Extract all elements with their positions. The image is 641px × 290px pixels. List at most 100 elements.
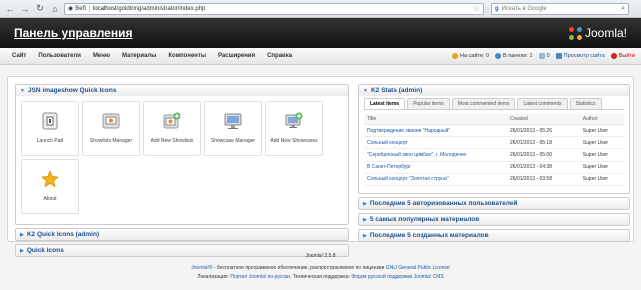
page-title[interactable]: Панель управления [14, 26, 132, 40]
home-icon[interactable]: ⌂ [49, 3, 61, 15]
site-identity-chip[interactable]: ◉ Веб [68, 5, 90, 12]
menu-help[interactable]: Справка [261, 53, 298, 59]
popular-items-title: 5 самых популярных материалов [369, 216, 480, 223]
latest-users-panel: ▶ Последние 5 авторизованных пользовател… [358, 197, 630, 210]
column-header-author[interactable]: Author [579, 114, 624, 125]
imageshow-quick-icons: Launch Pad Showlists Manager Add New Sho… [16, 96, 348, 224]
quick-icon-label: Showlists Manager [89, 138, 133, 144]
bookmark-star-icon[interactable]: ☆ [473, 4, 480, 13]
quick-icon-showcase-manager[interactable]: Showcase Manager [204, 101, 262, 156]
footer-license-line: Joomla!® - бесплатное программное обеспе… [0, 264, 641, 273]
support-label: . Техническая поддержка: [289, 274, 352, 280]
imageshow-panel-header[interactable]: ▼ JSN imageshow Quick Icons [16, 85, 348, 96]
expand-triangle-icon: ▶ [20, 231, 24, 238]
item-author: Super User [579, 173, 624, 186]
url-text: localhost/goldtring/administrator/index.… [93, 6, 205, 12]
k2-quick-icons-panel: ▶ K2 Quick Icons (admin) [15, 228, 349, 241]
quick-icon-launch-pad[interactable]: Launch Pad [21, 101, 79, 156]
menu-components[interactable]: Компоненты [162, 53, 212, 59]
latest-created-panel: ▶ Последние 5 созданных материалов [358, 229, 630, 242]
latest-created-header[interactable]: ▶ Последние 5 созданных материалов [359, 230, 629, 241]
tab-latest-comments[interactable]: Latest comments [517, 98, 568, 109]
google-icon: g [495, 5, 499, 12]
search-placeholder: Искать в Google [501, 5, 547, 12]
table-row: Сольный концерт 26/01/2013 - 05:18 Super… [364, 136, 624, 150]
joomla-logo-text: Joomla! [584, 26, 627, 40]
page-footer: Joomla! 2.5.8 Joomla!® - бесплатное прог… [0, 252, 641, 282]
support-forum-link[interactable]: Форум русской поддержки Joomla! CMS [351, 274, 443, 280]
item-title-link[interactable]: Сольный концерт [364, 136, 507, 150]
logout-icon [610, 53, 617, 59]
k2-quick-icons-header[interactable]: ▶ K2 Quick Icons (admin) [16, 229, 348, 240]
collapse-triangle-icon: ▼ [20, 87, 25, 94]
quick-icon-add-new-showcases[interactable]: Add New Showcases [265, 101, 323, 156]
menu-users[interactable]: Пользователи [32, 53, 87, 59]
forward-arrow-icon[interactable]: → [19, 3, 31, 15]
admin-menu: Сайт Пользователи Меню Материалы Компоне… [0, 48, 641, 65]
item-title-link[interactable]: Сольный концерт "Золотая струна" [364, 173, 507, 186]
gnu-gpl-link[interactable]: GNU General Public License [386, 265, 450, 271]
table-row: "Серебрянный звон цимбал", г. Молодечно … [364, 148, 624, 162]
messages-count-label: 0 [546, 53, 550, 59]
address-bar[interactable]: ◉ Веб localhost/goldtring/administrator/… [64, 2, 484, 15]
footer-support-line: Локализация: Портал Joomla! по-русски. Т… [0, 273, 641, 282]
k2-stats-header[interactable]: ▼ K2 Stats (admin) [359, 85, 629, 96]
menu-menus[interactable]: Меню [87, 53, 116, 59]
users-in-panel: В панели: 1 [495, 53, 533, 59]
cpanel-main: ▼ JSN imageshow Quick Icons Launch Pad S… [7, 76, 634, 257]
url-host: localhost [92, 5, 117, 12]
tab-latest-items[interactable]: Latest items [364, 98, 406, 109]
table-row: Подтверждение звания "Народный" 26/01/20… [364, 124, 624, 138]
mail-icon [538, 53, 545, 59]
users-icon [451, 53, 458, 59]
reload-icon[interactable]: ↻ [34, 3, 46, 15]
showcase-manager-icon [224, 112, 242, 130]
admin-users-icon [495, 53, 502, 59]
add-showlist-icon [163, 112, 181, 130]
joomla-logo-icon [568, 26, 582, 40]
expand-triangle-icon: ▶ [363, 200, 367, 207]
quick-icon-add-new-showlists[interactable]: Add New Showlists [143, 101, 201, 156]
expand-triangle-icon: ▶ [363, 232, 367, 239]
right-column: ▼ K2 Stats (admin) Latest items Popular … [358, 84, 630, 245]
logout-label: Выйти [618, 53, 635, 59]
column-header-title[interactable]: Title [364, 114, 507, 125]
item-created: 26/01/2013 - 05:00 [507, 148, 580, 162]
imageshow-panel: ▼ JSN imageshow Quick Icons Launch Pad S… [15, 84, 349, 225]
search-box[interactable]: g Искать в Google ⌕ [491, 2, 629, 15]
search-icon[interactable]: ⌕ [621, 5, 625, 13]
quick-icon-about[interactable]: About [21, 159, 79, 214]
status-bar: На сайте: 0 В панели: 1 0 Просмотр сайта… [451, 53, 635, 59]
popular-items-header[interactable]: ▶ 5 самых популярных материалов [359, 214, 629, 225]
tab-popular-items[interactable]: Popular items [407, 98, 450, 109]
imageshow-panel-title: JSN imageshow Quick Icons [27, 87, 117, 94]
latest-created-title: Последние 5 созданных материалов [369, 232, 489, 239]
latest-users-title: Последние 5 авторизованных пользователей [369, 200, 518, 207]
item-title-link[interactable]: В Санкт-Петербург [364, 161, 507, 174]
tab-statistics[interactable]: Statistics [569, 98, 602, 109]
item-title-link[interactable]: Подтверждение звания "Народный" [364, 124, 507, 138]
item-title-link[interactable]: "Серебрянный звон цимбал", г. Молодечно [364, 148, 507, 162]
menu-site[interactable]: Сайт [6, 53, 32, 59]
item-author: Super User [579, 161, 624, 174]
latest-users-header[interactable]: ▶ Последние 5 авторизованных пользовател… [359, 198, 629, 209]
joomla-russian-portal-link[interactable]: Портал Joomla! по-русски [230, 274, 290, 280]
expand-triangle-icon: ▶ [363, 216, 367, 223]
back-arrow-icon[interactable]: ← [4, 3, 16, 15]
preview-site-link[interactable]: Просмотр сайта [555, 53, 605, 59]
logout-link[interactable]: Выйти [610, 53, 635, 59]
quick-icon-label: Add New Showlists [150, 138, 194, 144]
tab-most-commented-items[interactable]: Most commented items [451, 98, 516, 109]
left-column: ▼ JSN imageshow Quick Icons Launch Pad S… [15, 84, 349, 260]
item-author: Super User [579, 136, 624, 150]
item-created: 26/01/2013 - 05:26 [507, 124, 580, 138]
joomla-link[interactable]: Joomla!® [191, 265, 212, 271]
quick-icon-showlists-manager[interactable]: Showlists Manager [82, 101, 140, 156]
menu-extensions[interactable]: Расширения [212, 53, 261, 59]
joomla-version: Joomla! 2.5.8 [305, 253, 336, 259]
column-header-created[interactable]: Created [507, 114, 580, 125]
messages-count[interactable]: 0 [538, 53, 550, 59]
k2-stats-panel: ▼ K2 Stats (admin) Latest items Popular … [358, 84, 630, 194]
table-row: В Санкт-Петербург 26/01/2013 - 04:38 Sup… [364, 161, 624, 174]
menu-content[interactable]: Материалы [116, 53, 162, 59]
